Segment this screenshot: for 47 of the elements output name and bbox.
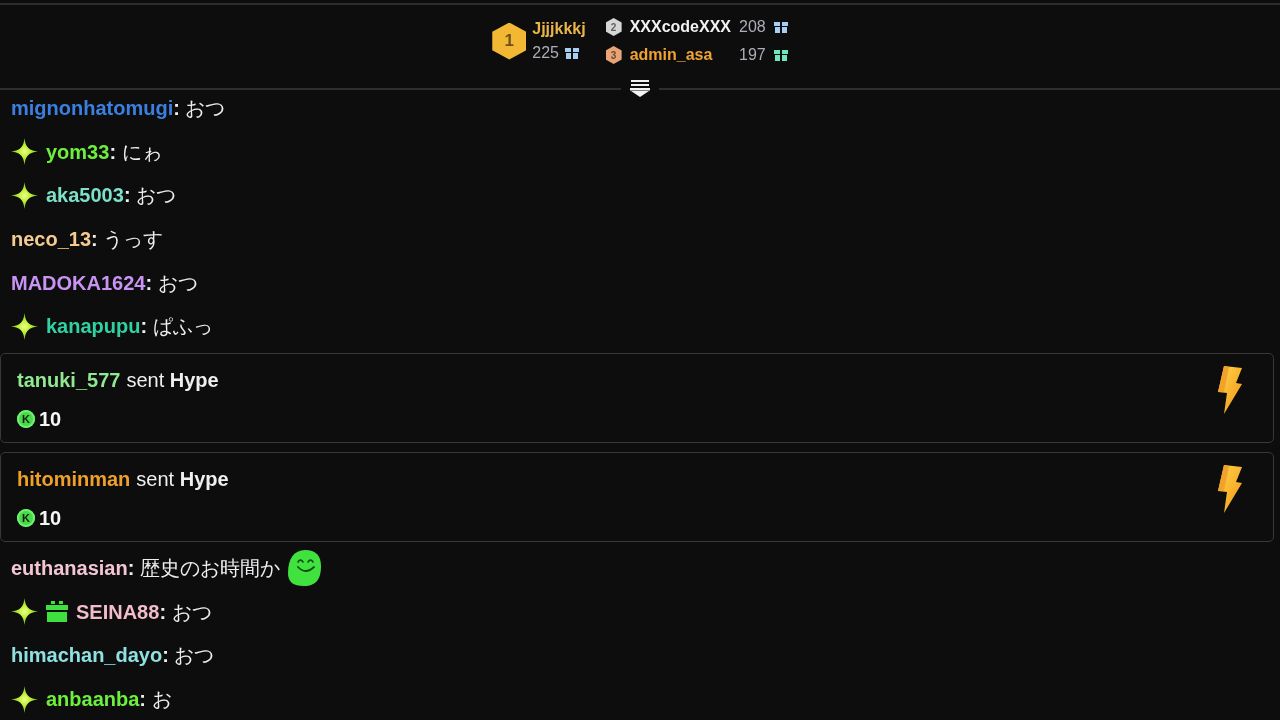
username: mignonhatomugi <box>11 95 174 121</box>
coin-badge: K <box>17 410 35 429</box>
message-text: : にゎ <box>109 139 162 165</box>
username: anbaanba <box>46 687 140 713</box>
username: XXXcodeXXX <box>629 18 731 36</box>
message-text: : 歴史のお時間か <box>127 555 280 581</box>
message-text: : おつ <box>123 183 177 209</box>
gift-icon <box>46 601 68 623</box>
gift-count: 208 <box>739 18 766 36</box>
rank-badge: 2 <box>605 18 622 36</box>
message-text: : お <box>139 687 172 713</box>
collapse-icon[interactable] <box>630 80 650 97</box>
username: SEINA88 <box>76 599 160 625</box>
event-text: sent Hype <box>136 467 229 491</box>
message-text: : おつ <box>173 95 226 121</box>
message-text: : ぱふっ <box>140 314 213 340</box>
sparkle-icon <box>11 685 38 713</box>
gift-count: 225 <box>532 44 559 62</box>
message-text: : おつ <box>145 270 198 296</box>
message-text: : うっす <box>91 226 164 252</box>
coin-badge: K <box>17 509 35 528</box>
username: yom33 <box>46 139 110 165</box>
sparkle-icon <box>11 138 38 166</box>
username: euthanasian <box>11 555 128 581</box>
event-text: sent Hype <box>126 368 219 392</box>
username: hitominman <box>17 467 131 491</box>
sparkle-icon <box>11 312 38 340</box>
smiling-blob-icon <box>286 548 322 587</box>
username: admin_asa <box>629 46 714 64</box>
message-text: : おつ <box>162 643 215 669</box>
username: tanuki_577 <box>17 368 121 392</box>
lightning-icon <box>1215 366 1243 415</box>
lightning-icon <box>1215 465 1243 514</box>
username: MADOKA1624 <box>11 270 146 296</box>
username: Jjjjkkkj <box>532 20 586 38</box>
hype-amount: 10 <box>39 506 62 530</box>
rank-badge: 3 <box>605 46 622 64</box>
message-text: : おつ <box>159 599 212 625</box>
username: neco_13 <box>11 226 92 252</box>
username: aka5003 <box>46 183 124 209</box>
sparkle-icon <box>11 598 38 626</box>
username: kanapupu <box>46 314 141 340</box>
sparkle-icon <box>11 181 38 209</box>
rank-badge: 1 <box>492 22 527 60</box>
hype-amount: 10 <box>39 407 62 431</box>
username: himachan_dayo <box>11 643 163 669</box>
gift-count: 197 <box>739 46 766 64</box>
